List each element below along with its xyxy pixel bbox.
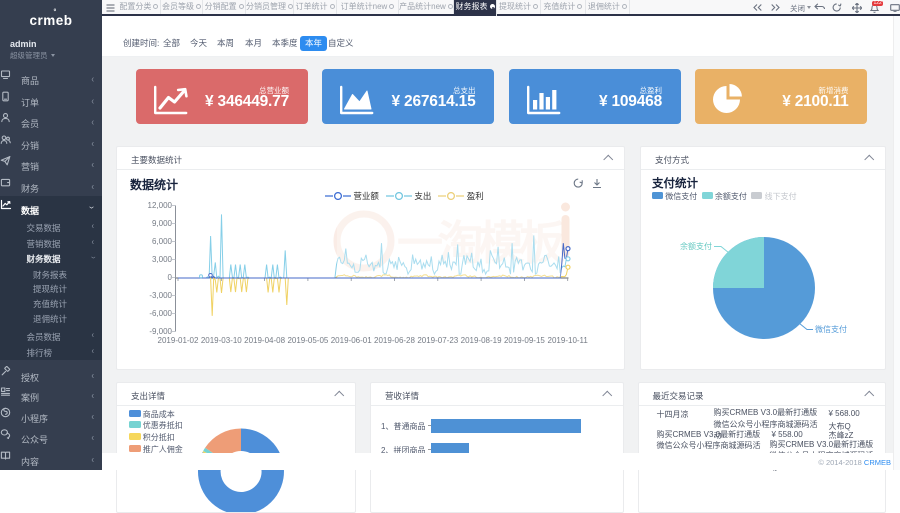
svg-text:3,000: 3,000	[152, 255, 173, 264]
svg-text:2019-06-01: 2019-06-01	[331, 336, 372, 345]
svg-text:余额支付: 余额支付	[680, 241, 712, 251]
svg-text:-6,000: -6,000	[149, 309, 172, 318]
svg-text:2019-08-19: 2019-08-19	[461, 336, 502, 345]
svg-text:2019-03-10: 2019-03-10	[201, 336, 242, 345]
svg-text:2019-07-23: 2019-07-23	[417, 336, 458, 345]
svg-text:2019-09-15: 2019-09-15	[504, 336, 545, 345]
svg-text:2019-01-02: 2019-01-02	[158, 336, 199, 345]
svg-text:2019-10-11: 2019-10-11	[548, 336, 589, 345]
svg-text:12,000: 12,000	[148, 201, 173, 210]
svg-text:9,000: 9,000	[152, 219, 173, 228]
svg-text:2019-04-08: 2019-04-08	[244, 336, 285, 345]
svg-text:微信支付: 微信支付	[815, 324, 847, 334]
svg-text:-3,000: -3,000	[149, 291, 172, 300]
svg-text:2019-06-28: 2019-06-28	[374, 336, 415, 345]
svg-text:2019-05-05: 2019-05-05	[287, 336, 328, 345]
svg-text:6,000: 6,000	[152, 237, 173, 246]
svg-text:-9,000: -9,000	[149, 327, 172, 336]
